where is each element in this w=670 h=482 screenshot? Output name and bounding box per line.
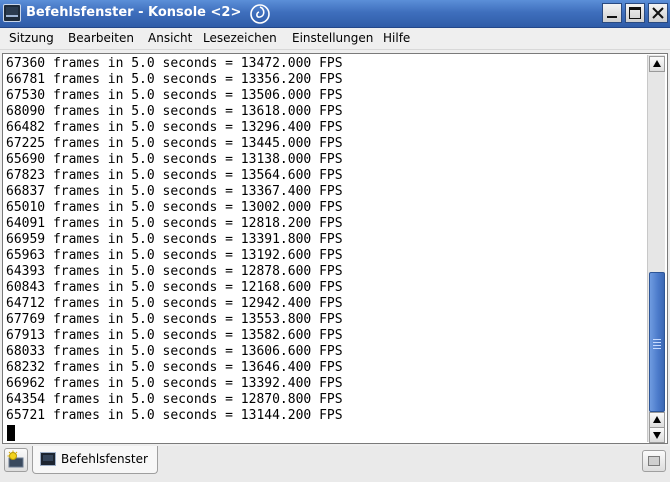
terminal-line: 67225 frames in 5.0 seconds = 13445.000 …	[6, 136, 343, 151]
terminal-line: 66781 frames in 5.0 seconds = 13356.200 …	[6, 72, 343, 87]
menu-bar: Sitzung Bearbeiten Ansicht Lesezeichen E…	[0, 28, 670, 50]
window-title: Befehlsfenster - Konsole <2>	[26, 5, 242, 20]
terminal-line: 67769 frames in 5.0 seconds = 13553.800 …	[6, 312, 343, 327]
close-session-button[interactable]	[642, 450, 666, 472]
terminal-line: 65963 frames in 5.0 seconds = 13192.600 …	[6, 248, 343, 263]
terminal-line: 65721 frames in 5.0 seconds = 13144.200 …	[6, 408, 343, 423]
maximize-button[interactable]	[625, 3, 645, 23]
terminal-line: 64091 frames in 5.0 seconds = 12818.200 …	[6, 216, 343, 231]
terminal-line: 60843 frames in 5.0 seconds = 12168.600 …	[6, 280, 343, 295]
terminal-line: 64393 frames in 5.0 seconds = 12878.600 …	[6, 264, 343, 279]
menu-sitzung[interactable]: Sitzung	[9, 31, 54, 45]
terminal-line: 66962 frames in 5.0 seconds = 13392.400 …	[6, 376, 343, 391]
scroll-up-button[interactable]	[649, 56, 665, 72]
terminal-line: 67913 frames in 5.0 seconds = 13582.600 …	[6, 328, 343, 343]
terminal-line: 64354 frames in 5.0 seconds = 12870.800 …	[6, 392, 343, 407]
menu-bearbeiten[interactable]: Bearbeiten	[68, 31, 134, 45]
terminal-line: 65690 frames in 5.0 seconds = 13138.000 …	[6, 152, 343, 167]
terminal-line: 67823 frames in 5.0 seconds = 13564.600 …	[6, 168, 343, 183]
terminal-line: 68090 frames in 5.0 seconds = 13618.000 …	[6, 104, 343, 119]
terminal-cursor	[7, 425, 15, 441]
terminal-line: 66959 frames in 5.0 seconds = 13391.800 …	[6, 232, 343, 247]
terminal-line: 67360 frames in 5.0 seconds = 13472.000 …	[6, 56, 343, 71]
tab-label: Befehlsfenster	[61, 452, 148, 466]
terminal-line: 67530 frames in 5.0 seconds = 13506.000 …	[6, 88, 343, 103]
scroll-thumb[interactable]	[649, 272, 665, 412]
minimize-button[interactable]	[602, 3, 622, 23]
terminal-line: 66837 frames in 5.0 seconds = 13367.400 …	[6, 184, 343, 199]
scroll-down-button[interactable]	[649, 427, 665, 443]
terminal-line: 68033 frames in 5.0 seconds = 13606.600 …	[6, 344, 343, 359]
terminal-line: 64712 frames in 5.0 seconds = 12942.400 …	[6, 296, 343, 311]
swirl-icon	[250, 4, 270, 24]
session-tab-bar: Befehlsfenster	[0, 446, 670, 482]
terminal-line: 68232 frames in 5.0 seconds = 13646.400 …	[6, 360, 343, 375]
new-session-icon	[7, 450, 24, 468]
terminal-icon	[40, 452, 56, 466]
arrow-up-icon	[653, 416, 661, 423]
scroll-up-button-lower[interactable]	[649, 412, 665, 428]
menu-lesezeichen[interactable]: Lesezeichen	[203, 31, 277, 45]
menu-einstellungen[interactable]: Einstellungen	[292, 31, 373, 45]
terminal-line: 65010 frames in 5.0 seconds = 13002.000 …	[6, 200, 343, 215]
tab-befehlsfenster[interactable]: Befehlsfenster	[32, 446, 158, 474]
close-icon	[652, 7, 664, 19]
arrow-up-icon	[653, 60, 661, 67]
menu-ansicht[interactable]: Ansicht	[148, 31, 192, 45]
menu-hilfe[interactable]: Hilfe	[383, 31, 410, 45]
konsole-icon[interactable]	[3, 4, 21, 22]
close-button[interactable]	[648, 3, 668, 23]
terminal-line: 66482 frames in 5.0 seconds = 13296.400 …	[6, 120, 343, 135]
arrow-down-icon	[653, 432, 661, 439]
title-bar[interactable]: Befehlsfenster - Konsole <2>	[0, 0, 670, 28]
vertical-scrollbar[interactable]	[647, 55, 665, 443]
new-session-button[interactable]	[4, 448, 28, 472]
terminal-output[interactable]: 67360 frames in 5.0 seconds = 13472.000 …	[3, 56, 646, 442]
